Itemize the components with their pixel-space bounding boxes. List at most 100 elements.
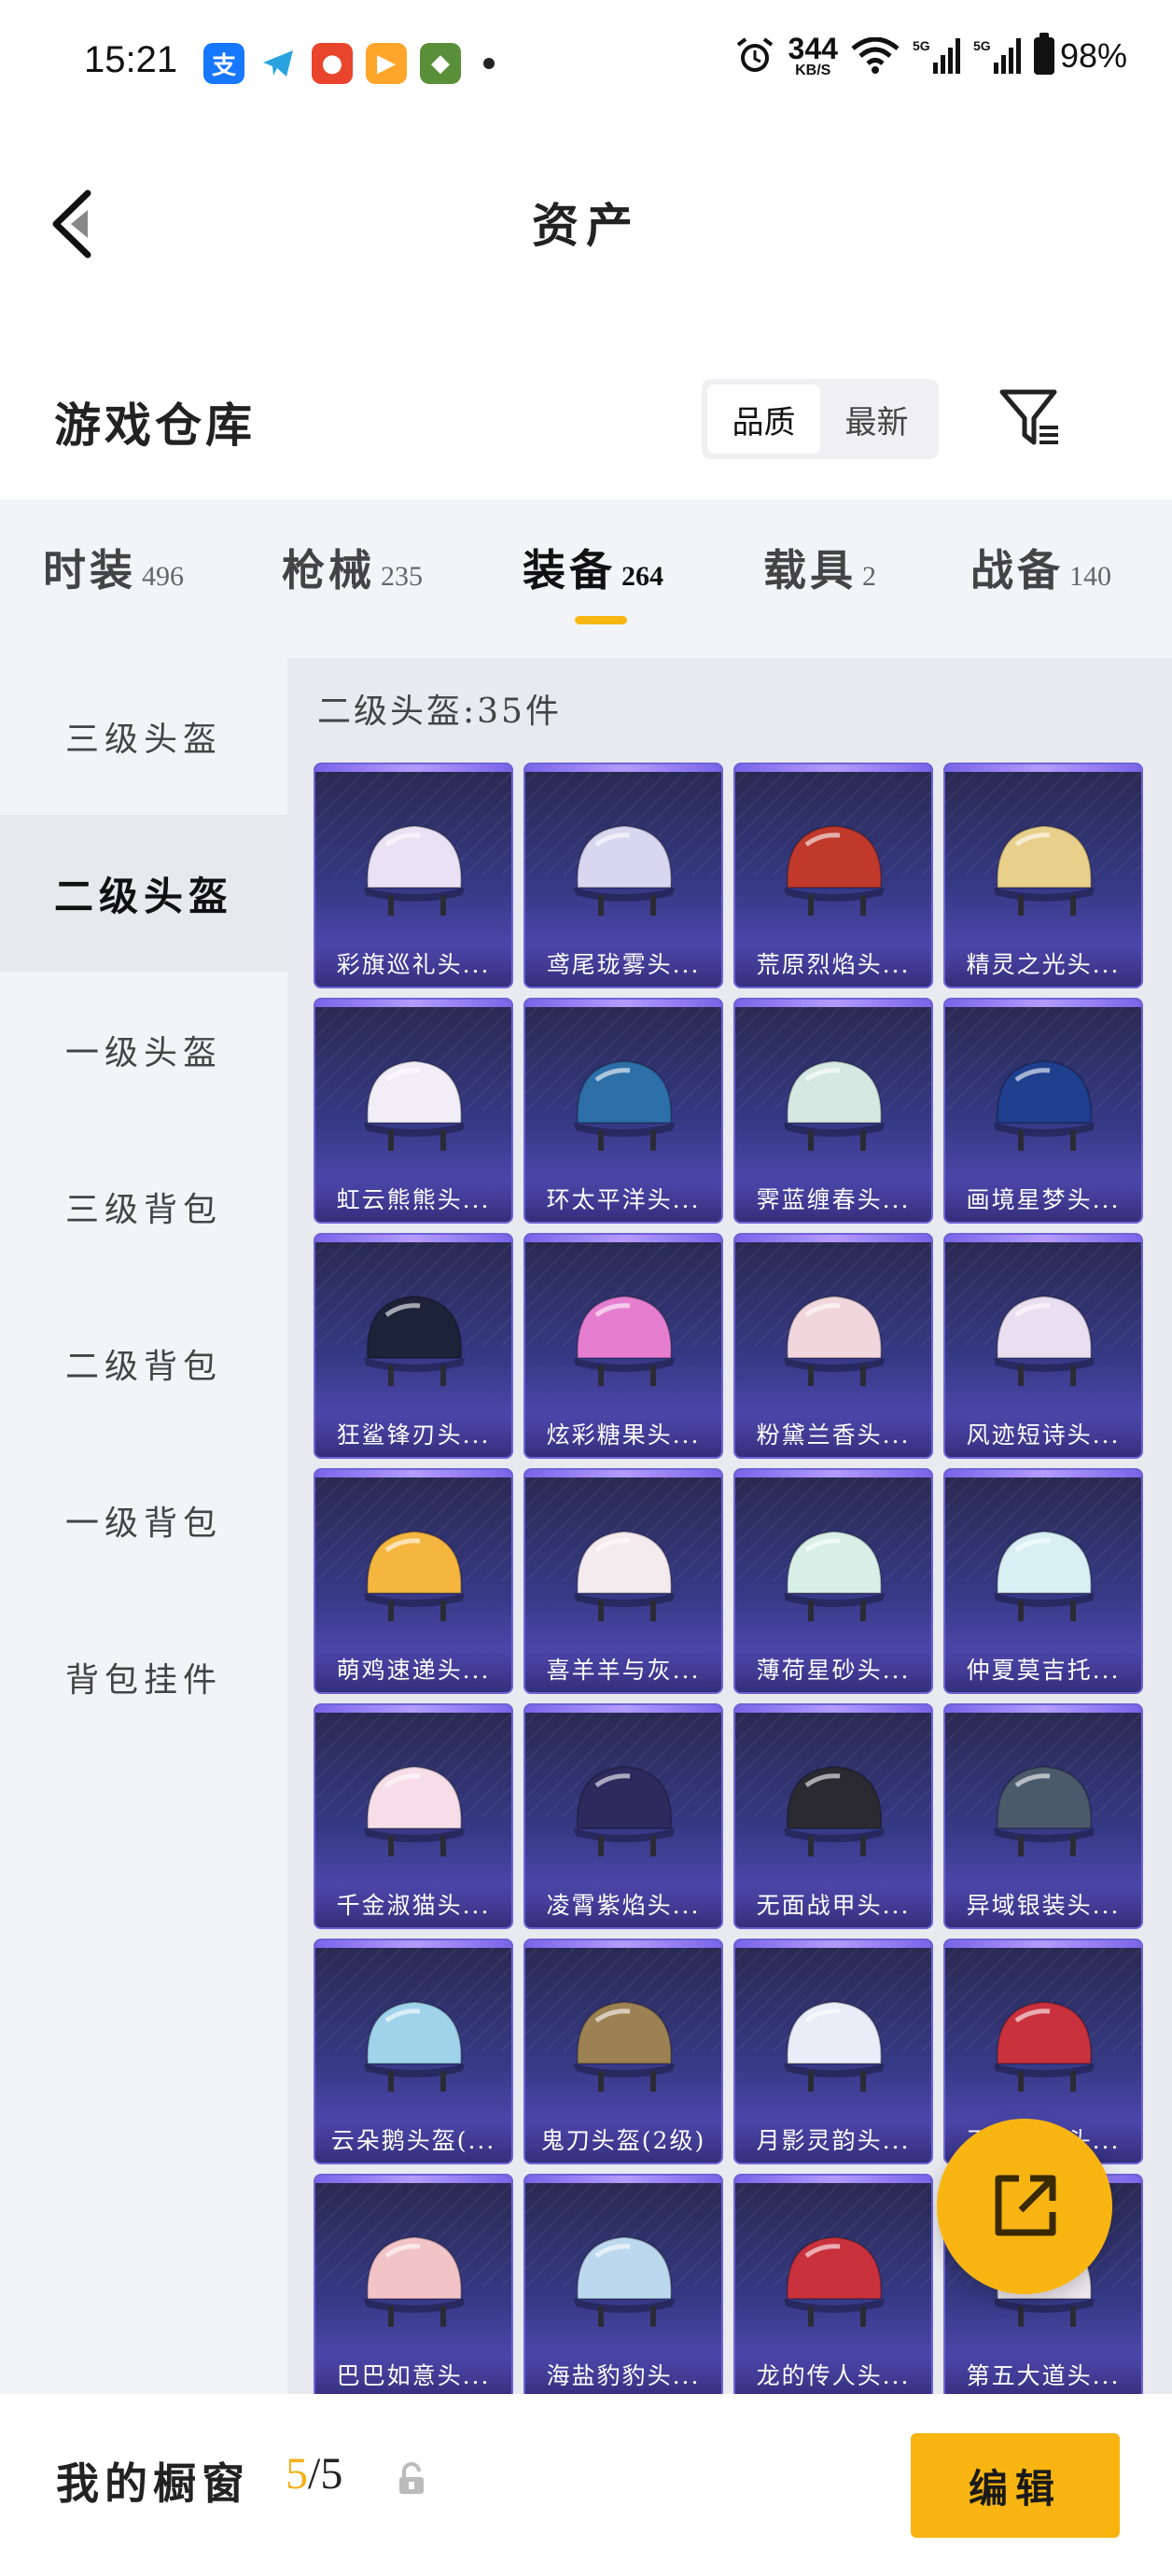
helmet-item-card[interactable]: 炫彩糖果头...: [523, 1233, 723, 1459]
alipay-icon: 支: [203, 43, 244, 84]
item-name: 萌鸡速递头...: [315, 1649, 511, 1692]
helmet-icon: [364, 824, 465, 916]
tab-count: 496: [142, 561, 184, 592]
helmet-item-card[interactable]: 环太平洋头...: [523, 998, 723, 1224]
helmet-item-card[interactable]: 粉黛兰香头...: [733, 1233, 933, 1459]
helmet-item-card[interactable]: 狂鲨锋刃头...: [314, 1233, 513, 1459]
helmet-item-card[interactable]: 月影灵韵头...: [733, 1939, 933, 2164]
card-ribbon: [735, 1235, 931, 1242]
tab-label: 战备: [970, 545, 1064, 595]
sort-quality-button[interactable]: 品质: [707, 385, 820, 454]
helmet-item-card[interactable]: 喜羊羊与灰...: [523, 1468, 723, 1694]
item-name: 画境星梦头...: [945, 1179, 1141, 1222]
wifi-icon: [851, 37, 900, 74]
tab-count: 2: [862, 561, 876, 592]
helmet-icon: [784, 1059, 885, 1151]
showcase-bar: 我的橱窗 5/5 编辑: [0, 2394, 1172, 2576]
helmet-item-card[interactable]: 霁蓝缠春头...: [733, 998, 933, 1224]
item-name: 彩旗巡礼头...: [315, 944, 511, 987]
item-name: 巴巴如意头...: [315, 2355, 511, 2394]
sidebar-item-level3-helmet[interactable]: 三级头盔: [0, 658, 287, 815]
helmet-item-card[interactable]: 鸢尾珑雾头...: [523, 763, 723, 988]
sidebar-item-backpack-charm[interactable]: 背包挂件: [0, 1599, 287, 1756]
item-name: 霁蓝缠春头...: [735, 1179, 931, 1222]
tab-weapons[interactable]: 枪械 235: [282, 537, 423, 598]
helmet-item-card[interactable]: 异域银装头...: [943, 1703, 1143, 1929]
warehouse-header: 游戏仓库 品质 最新: [0, 355, 1172, 485]
tab-vehicles[interactable]: 载具 2: [763, 537, 876, 598]
helmet-item-card[interactable]: 云朵鹅头盔(...: [314, 1939, 513, 2164]
status-time: 15:21: [84, 39, 178, 80]
sidebar-item-level1-helmet[interactable]: 一级头盔: [0, 972, 287, 1128]
helmet-item-card[interactable]: 海盐豹豹头...: [523, 2174, 723, 2394]
app-icon-orange: ▶: [366, 43, 407, 84]
tab-supplies[interactable]: 战备 140: [970, 537, 1111, 598]
filter-button[interactable]: [997, 385, 1064, 452]
sidebar-item-level1-backpack[interactable]: 一级背包: [0, 1442, 287, 1599]
share-button[interactable]: [937, 2119, 1112, 2294]
edit-button[interactable]: 编辑: [911, 2433, 1120, 2538]
item-name: 炫彩糖果头...: [525, 1414, 721, 1457]
helmet-item-card[interactable]: 凌霄紫焰头...: [523, 1703, 723, 1929]
helmet-item-card[interactable]: 仲夏莫吉托...: [943, 1468, 1143, 1694]
item-name: 仲夏莫吉托...: [945, 1649, 1141, 1692]
showcase-label: 我的橱窗: [56, 2458, 250, 2509]
sidebar-item-level2-helmet[interactable]: 二级头盔: [0, 815, 287, 972]
card-ribbon: [735, 1000, 931, 1007]
telegram-icon: [258, 43, 299, 84]
item-name: 龙的传人头...: [735, 2355, 931, 2394]
tab-label: 装备: [523, 545, 616, 595]
tab-label: 枪械: [282, 545, 375, 595]
helmet-item-card[interactable]: 鬼刀头盔(2级): [523, 1939, 723, 2164]
helmet-item-card[interactable]: 巴巴如意头...: [314, 2174, 513, 2394]
active-tab-indicator: [575, 616, 627, 624]
notification-icons: 支 ● ▶ ◆: [203, 43, 495, 84]
helmet-icon: [994, 1765, 1095, 1856]
card-ribbon: [945, 1000, 1141, 1007]
signal-label: 5G: [972, 38, 991, 53]
helmet-item-card[interactable]: 彩旗巡礼头...: [314, 763, 513, 988]
tab-label: 载具: [763, 545, 857, 595]
status-indicators: 344 KB/S 5G 5G 98%: [734, 33, 1127, 78]
helmet-item-card[interactable]: 风迹短诗头...: [943, 1233, 1143, 1459]
helmet-icon: [994, 2000, 1095, 2092]
helmet-icon: [994, 1059, 1095, 1151]
helmet-item-card[interactable]: 萌鸡速递头...: [314, 1468, 513, 1694]
tab-equipment[interactable]: 装备 264: [523, 537, 663, 598]
item-name: 荒原烈焰头...: [735, 944, 931, 987]
net-speed: 344 KB/S: [788, 34, 838, 78]
tab-fashion[interactable]: 时装 496: [43, 537, 184, 598]
helmet-item-card[interactable]: 千金淑猫头...: [314, 1703, 513, 1929]
helmet-item-card[interactable]: 无面战甲头...: [733, 1703, 933, 1929]
helmet-item-card[interactable]: 画境星梦头...: [943, 998, 1143, 1224]
sidebar-item-level3-backpack[interactable]: 三级背包: [0, 1128, 287, 1285]
helmet-item-card[interactable]: 精灵之光头...: [943, 763, 1143, 988]
card-ribbon: [525, 1940, 721, 1948]
item-name: 粉黛兰香头...: [735, 1414, 931, 1457]
app-icon-red: ●: [312, 43, 353, 84]
filter-icon: [999, 389, 1058, 445]
helmet-icon: [784, 1765, 885, 1856]
lock-icon: [399, 2462, 424, 2494]
helmet-item-card[interactable]: 薄荷星砂头...: [733, 1468, 933, 1694]
share-icon: [995, 2175, 1056, 2236]
card-ribbon: [735, 1940, 931, 1948]
battery-indicator: 98%: [1033, 33, 1127, 76]
card-ribbon: [315, 1235, 511, 1242]
card-ribbon: [735, 1705, 931, 1713]
item-name: 月影灵韵头...: [735, 2120, 931, 2163]
helmet-icon: [994, 1530, 1095, 1621]
tab-count: 235: [381, 561, 423, 592]
helmet-icon: [994, 824, 1095, 916]
helmet-item-card[interactable]: 龙的传人头...: [733, 2174, 933, 2394]
helmet-item-card[interactable]: 荒原烈焰头...: [733, 763, 933, 988]
helmet-icon: [574, 1295, 675, 1386]
card-ribbon: [525, 1470, 721, 1477]
game-icon: ◆: [420, 43, 461, 84]
item-name: 鬼刀头盔(2级): [525, 2120, 721, 2163]
helmet-item-card[interactable]: 虹云熊熊头...: [314, 998, 513, 1224]
sort-newest-button[interactable]: 最新: [820, 385, 933, 454]
sidebar-item-level2-backpack[interactable]: 二级背包: [0, 1285, 287, 1442]
card-ribbon: [315, 1705, 511, 1713]
net-speed-value: 344: [788, 32, 838, 65]
